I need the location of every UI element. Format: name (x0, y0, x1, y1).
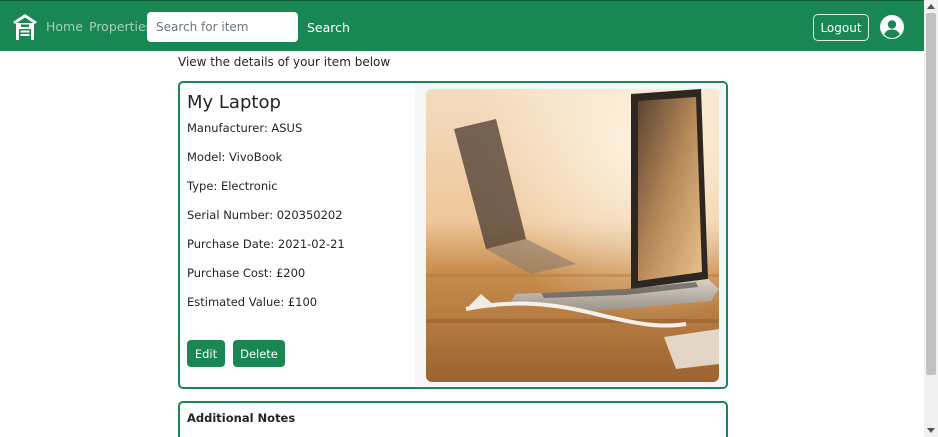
item-image-panel (415, 83, 726, 387)
item-serial-number: Serial Number: 020350202 (187, 208, 343, 222)
item-title: My Laptop (187, 92, 281, 113)
item-manufacturer: Manufacturer: ASUS (187, 121, 303, 135)
item-type: Type: Electronic (187, 179, 278, 193)
nav-link-properties[interactable]: Properties (89, 19, 152, 34)
logout-button[interactable]: Logout (813, 14, 869, 41)
item-estimated-value: Estimated Value: £100 (187, 295, 318, 309)
page-scrollbar[interactable] (924, 0, 938, 437)
delete-button[interactable]: Delete (233, 340, 285, 367)
item-purchase-cost: Purchase Cost: £200 (187, 266, 306, 280)
top-navbar: Home Properties Search Logout (0, 0, 924, 51)
laptop-photo (426, 89, 719, 382)
notes-title: Additional Notes (187, 411, 296, 425)
item-model: Model: VivoBook (187, 150, 283, 164)
item-details-card: My Laptop Manufacturer: ASUS Model: Vivo… (178, 81, 728, 389)
additional-notes-card: Additional Notes (178, 401, 728, 437)
search-input[interactable] (147, 12, 298, 42)
house-icon[interactable] (12, 13, 38, 41)
search-button[interactable]: Search (300, 12, 357, 42)
user-avatar-icon[interactable] (880, 15, 904, 39)
scroll-down-icon[interactable] (927, 428, 935, 433)
nav-link-home[interactable]: Home (46, 19, 83, 34)
edit-button[interactable]: Edit (187, 340, 225, 367)
scrollbar-thumb[interactable] (926, 13, 936, 375)
page-intro-text: View the details of your item below (178, 55, 391, 69)
scroll-up-icon[interactable] (927, 4, 935, 9)
item-purchase-date: Purchase Date: 2021-02-21 (187, 237, 345, 251)
